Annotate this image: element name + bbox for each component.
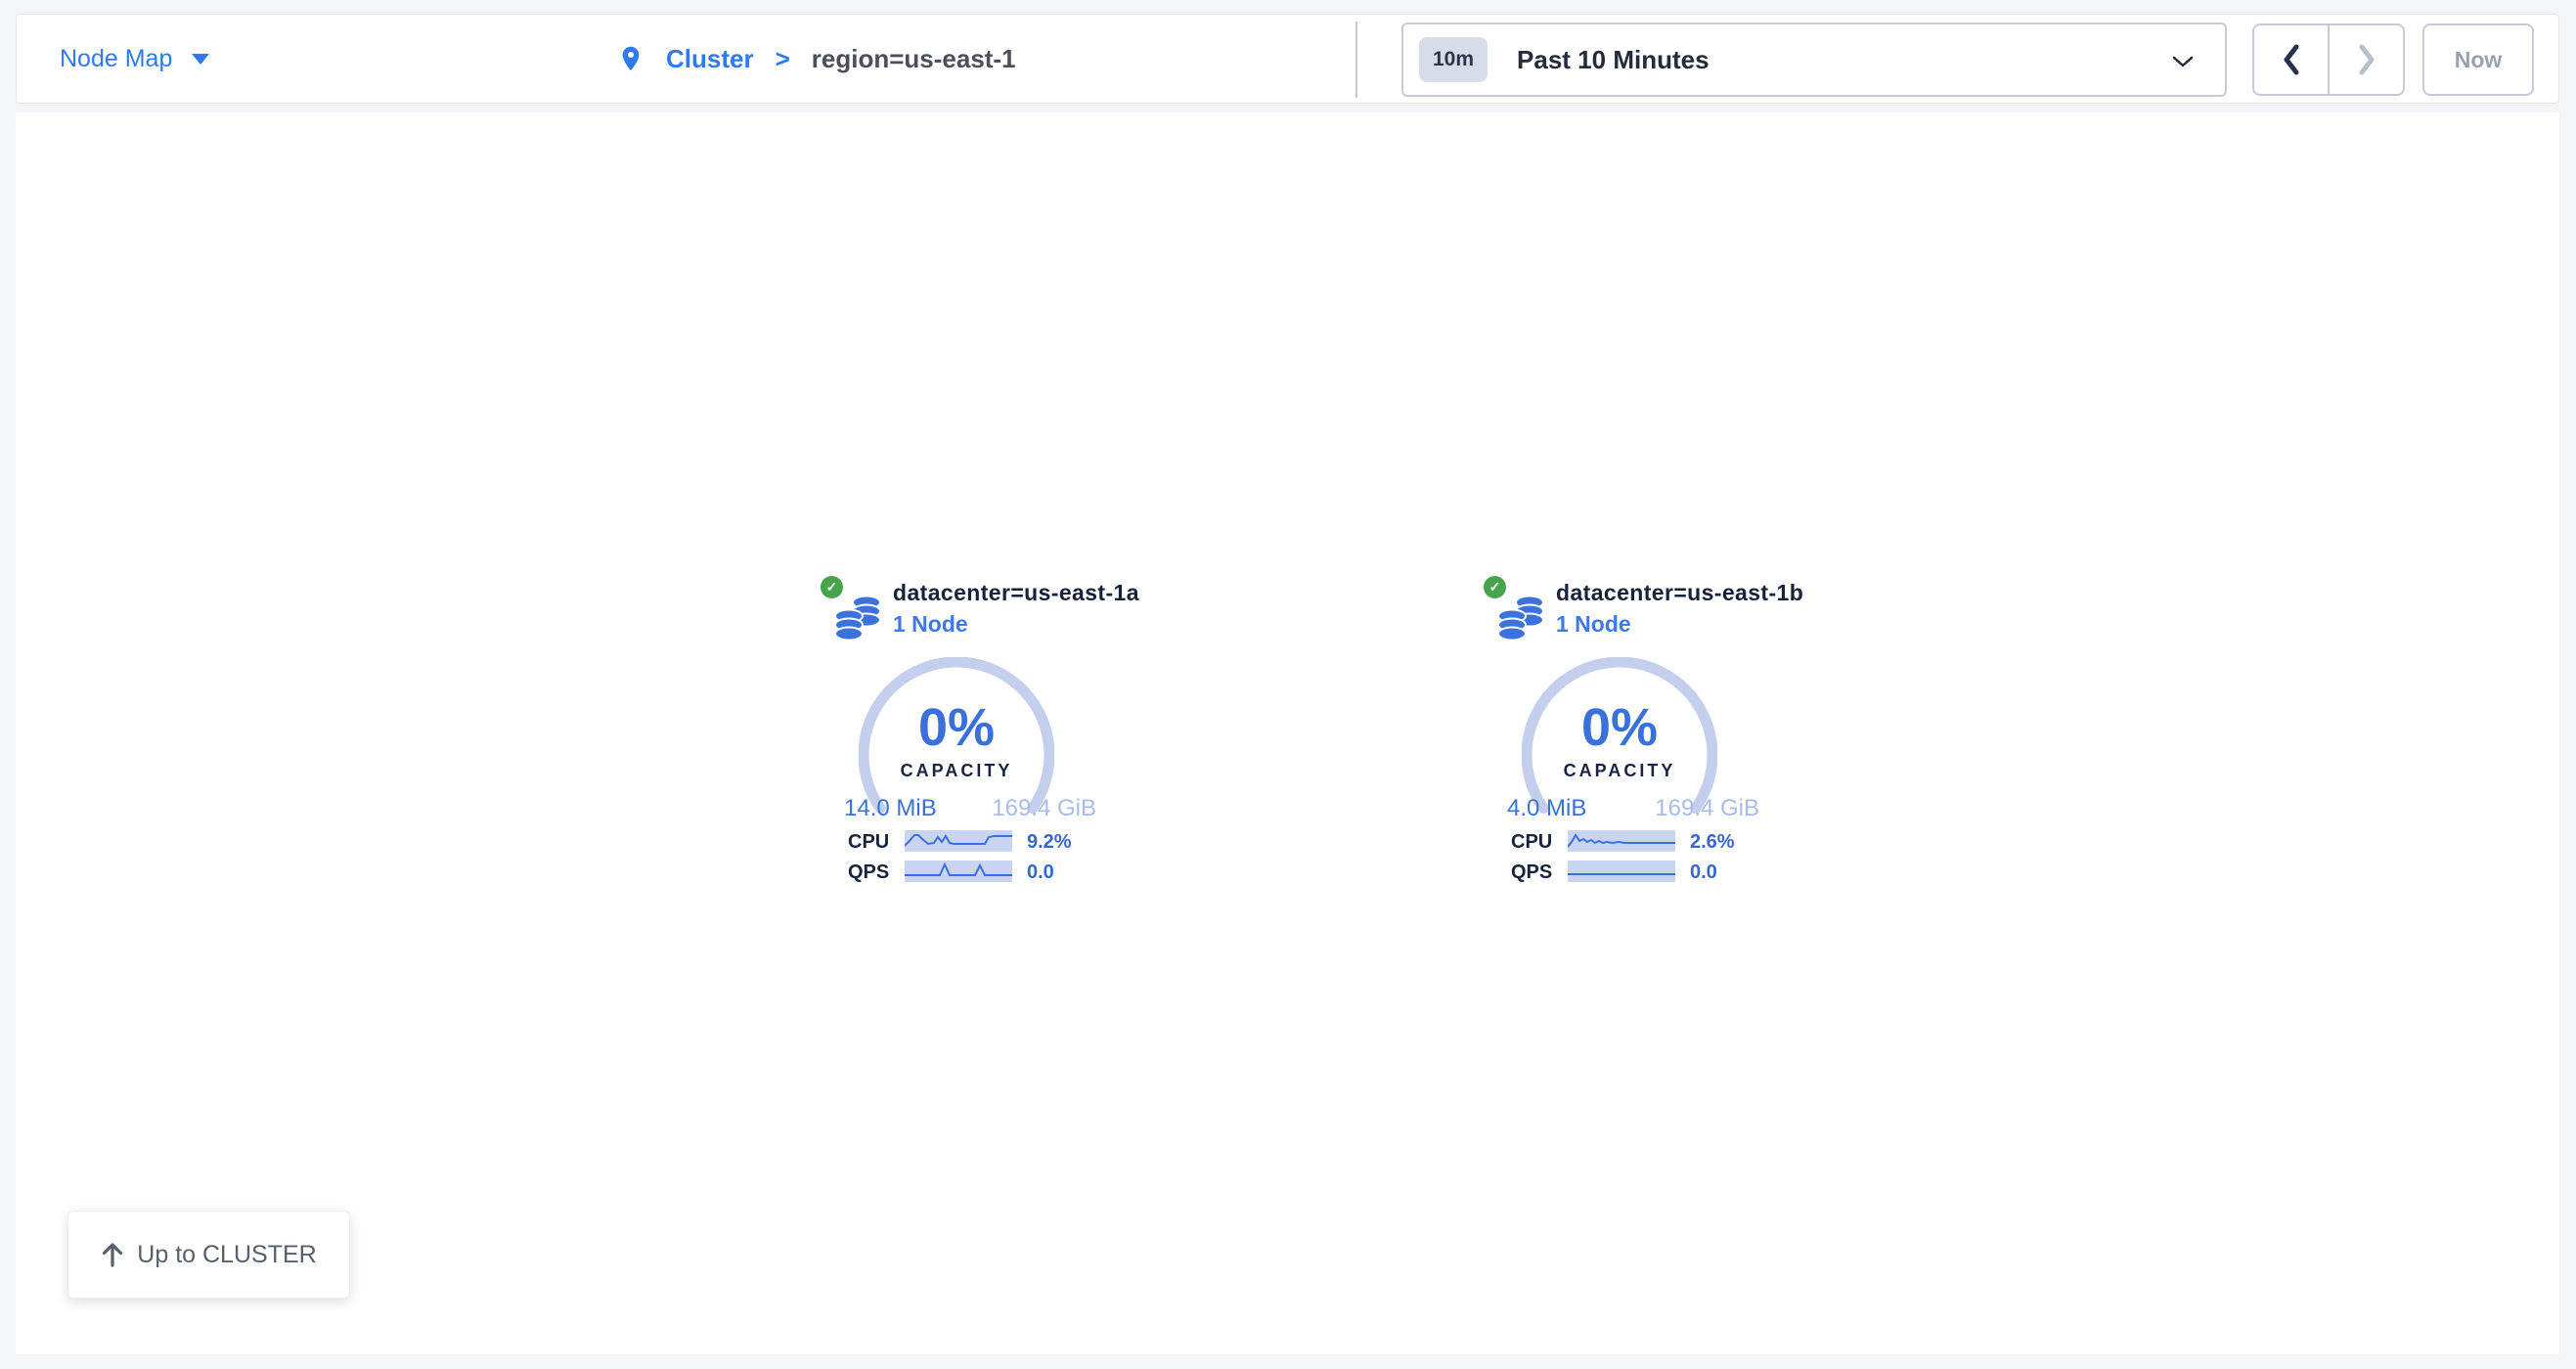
locality-node-count: 1 Node (1556, 611, 1631, 638)
metric-value: 2.6% (1690, 831, 1735, 854)
capacity-percent: 0% (859, 697, 1054, 758)
time-prev-button[interactable] (2254, 25, 2330, 94)
arrow-up-icon (101, 1241, 124, 1268)
node-map-canvas (16, 112, 2559, 1354)
cpu-sparkline (905, 830, 1012, 852)
time-next-button[interactable] (2330, 25, 2403, 94)
capacity-label: CAPACITY (1522, 761, 1717, 781)
now-button[interactable]: Now (2422, 23, 2534, 96)
metric-label: QPS (1511, 861, 1560, 884)
metric-value: 0.0 (1027, 861, 1054, 884)
metric-label: CPU (1511, 831, 1560, 854)
locality-title: datacenter=us-east-1b (1556, 580, 1803, 606)
breadcrumb-separator: > (776, 44, 790, 74)
time-pager (2252, 23, 2405, 96)
metric-row-cpu: CPU 9.2% (821, 830, 1133, 854)
node-map-page: Node Map Cluster > region=us-east-1 10m … (0, 0, 2576, 1369)
locality-card-us-east-1a[interactable]: ✓ datacenter=us-east-1a 1 Node 0% CAPACI… (821, 576, 1143, 913)
healthy-check-icon: ✓ (821, 576, 843, 598)
view-selector-label: Node Map (60, 45, 172, 73)
header-bar: Node Map Cluster > region=us-east-1 10m … (16, 14, 2559, 104)
metric-label: QPS (848, 861, 897, 884)
up-to-cluster-button[interactable]: Up to CLUSTER (67, 1211, 350, 1299)
metric-row-cpu: CPU 2.6% (1484, 830, 1797, 854)
capacity-total: 169.4 GiB (992, 795, 1096, 822)
metric-value: 9.2% (1027, 831, 1072, 854)
capacity-range: 14.0 MiB 169.4 GiB (844, 795, 1096, 822)
database-stack-icon (834, 593, 883, 643)
time-range-label: Past 10 Minutes (1517, 45, 1710, 75)
chevron-right-icon (2355, 42, 2378, 77)
locality-card-us-east-1b[interactable]: ✓ datacenter=us-east-1b 1 Node 0% CAPACI… (1484, 576, 1806, 913)
metric-row-qps: QPS 0.0 (821, 861, 1133, 884)
time-range-badge: 10m (1419, 37, 1488, 82)
breadcrumb-cluster-link[interactable]: Cluster (666, 44, 754, 74)
qps-sparkline (905, 861, 1012, 882)
capacity-total: 169.4 GiB (1655, 795, 1759, 822)
up-to-cluster-label: Up to CLUSTER (137, 1241, 316, 1269)
locality-title: datacenter=us-east-1a (893, 580, 1139, 606)
caret-down-icon (192, 54, 209, 65)
cpu-sparkline (1568, 830, 1675, 852)
time-range-dropdown[interactable]: 10m Past 10 Minutes (1401, 22, 2227, 97)
view-selector-dropdown[interactable]: Node Map (60, 15, 209, 103)
chevron-left-icon (2280, 42, 2303, 77)
chevron-down-icon (2172, 56, 2194, 68)
locality-node-count: 1 Node (893, 611, 968, 638)
header-divider (1355, 22, 1357, 98)
map-pin-icon (617, 40, 644, 77)
database-stack-icon (1497, 593, 1546, 643)
healthy-check-icon: ✓ (1484, 576, 1506, 598)
capacity-used: 14.0 MiB (844, 795, 937, 822)
capacity-label: CAPACITY (859, 761, 1054, 781)
qps-sparkline (1568, 861, 1675, 882)
capacity-used: 4.0 MiB (1507, 795, 1586, 822)
breadcrumb-current: region=us-east-1 (812, 44, 1016, 74)
breadcrumb: Cluster > region=us-east-1 (617, 15, 1016, 103)
metric-row-qps: QPS 0.0 (1484, 861, 1797, 884)
metric-value: 0.0 (1690, 861, 1717, 884)
capacity-percent: 0% (1522, 697, 1717, 758)
capacity-range: 4.0 MiB 169.4 GiB (1507, 795, 1759, 822)
metric-label: CPU (848, 831, 897, 854)
